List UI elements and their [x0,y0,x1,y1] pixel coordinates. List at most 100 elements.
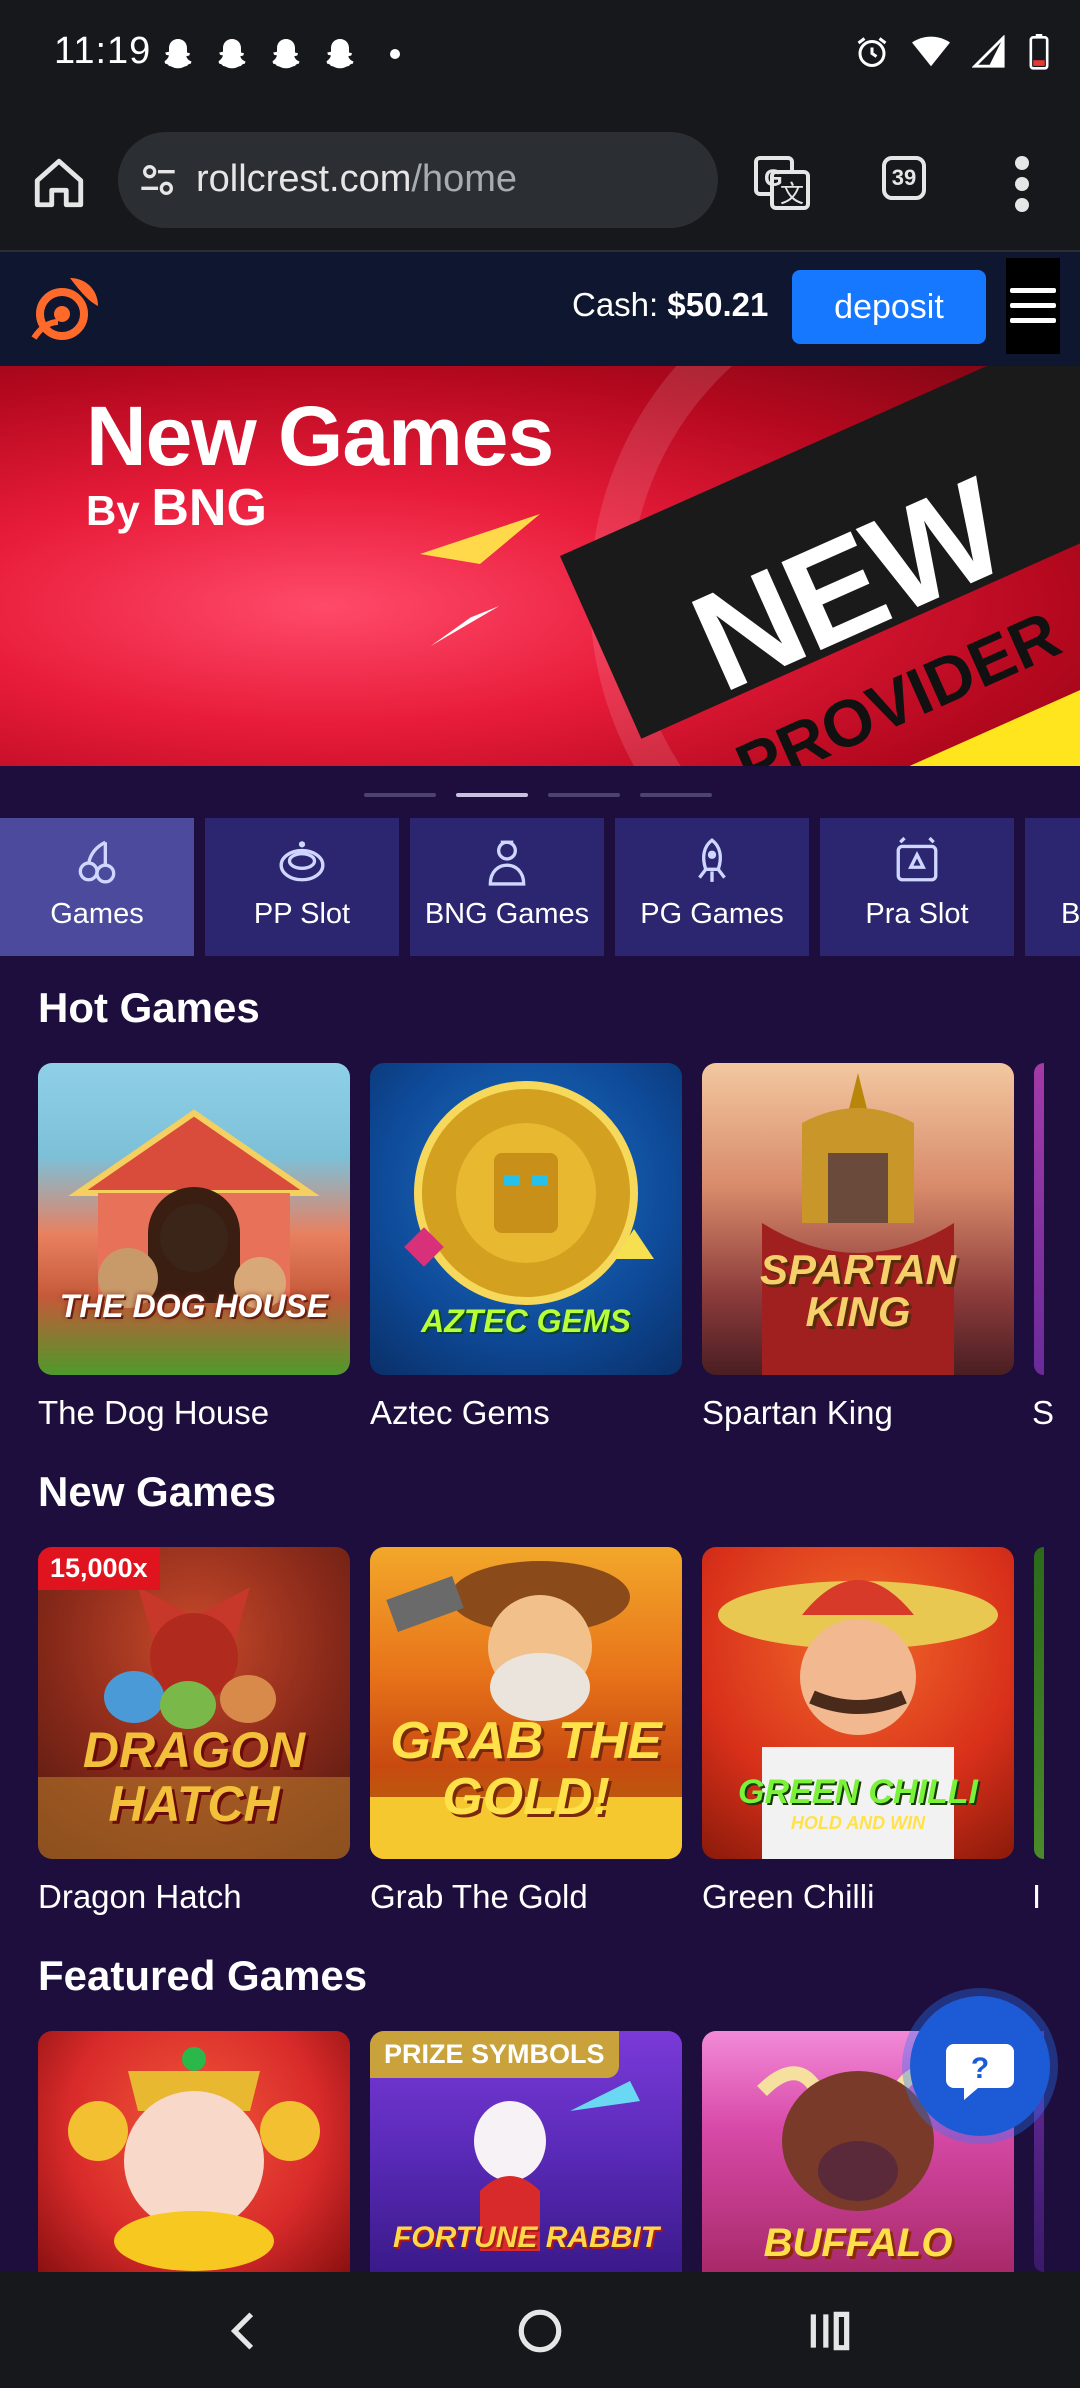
address-bar[interactable]: rollcrest.com/home [118,132,718,228]
snapchat-icon [326,39,354,69]
game-name[interactable]: The Dog House [38,1394,269,1432]
banner-subtitle-prefix: By [86,487,140,534]
more-options-icon[interactable] [1012,156,1032,212]
category-label: Games [50,898,144,930]
cash-value: $50.21 [667,286,769,323]
category-tab-pg-games[interactable]: PG Games [615,818,809,956]
game-art-title: GRAB THE GOLD! [390,1712,662,1826]
chat-help-icon: ? [946,2044,1014,2100]
paper-plane-decoration [430,606,500,646]
game-name[interactable]: Dragon Hatch [38,1878,242,1916]
signal-icon [972,35,1005,68]
home-icon[interactable] [30,154,88,212]
home-nav-icon[interactable] [515,2306,565,2356]
menu-icon[interactable] [1006,258,1060,354]
url-domain: rollcrest.com [196,158,412,200]
banner-brand: BNG [151,479,267,537]
cards-icon [896,836,938,882]
game-name[interactable]: Aztec Gems [370,1394,550,1432]
dog-house-art [68,1109,320,1309]
deposit-button[interactable]: deposit [792,270,986,344]
category-tab-bng-games[interactable]: BNG Games [410,818,604,956]
category-label: BNG Games [424,898,590,930]
carousel-dot-active[interactable] [456,793,528,797]
translate-icon[interactable]: G文 [752,152,812,212]
game-card-featured-1[interactable] [38,2031,350,2272]
game-art-title: FORTUNE RABBIT [392,2221,660,2254]
snapchat-icon [272,39,300,69]
snapchat-icon [218,39,246,69]
category-label: B [1061,898,1080,930]
browser-toolbar: rollcrest.com/home G文 39 [0,112,1080,252]
category-label: PP Slot [253,898,351,930]
dealer-icon [488,840,526,886]
system-navigation-bar [0,2272,1080,2388]
section-title-hot-games: Hot Games [38,984,260,1031]
tab-switcher-button[interactable]: 39 [882,156,926,200]
url-text: rollcrest.com/home [196,158,517,201]
url-path: /home [411,158,517,200]
game-card-peek[interactable] [1034,1547,1080,1859]
game-art-title: BUFFALO [763,2221,953,2265]
site-header: Cash: $50.21 deposit [0,252,1080,366]
cash-balance: Cash: $50.21 [572,286,768,324]
multiplier-badge: 15,000x [38,1547,160,1590]
section-title-new-games: New Games [38,1468,277,1515]
game-card-spartan-king[interactable]: SPARTAN KING [702,1063,1014,1375]
game-art-title: DRAGON HATCH [82,1722,306,1832]
game-art-subtitle: HOLD AND WIN [790,1813,926,1833]
category-tab-partial[interactable]: B [1025,818,1080,956]
alarm-icon [857,37,887,67]
game-card-green-chilli[interactable]: GREEN CHILLI HOLD AND WIN [702,1547,1014,1859]
battery-icon [1029,34,1049,70]
banner-title: New Games [86,389,554,483]
game-card-aztec-gems[interactable]: AZTEC GEMS [370,1063,682,1375]
game-art-title: THE DOG HOUSE [59,1288,329,1324]
banner-subtitle: By BNG [86,478,267,538]
cherries-icon [78,840,116,884]
carousel-dot[interactable] [548,793,620,797]
game-name[interactable]: Green Chilli [702,1878,874,1916]
category-tab-pra-slot[interactable]: Pra Slot [820,818,1014,956]
status-time: 11:19 [54,30,152,72]
game-art-title: SPARTAN KING [759,1246,956,1335]
promo-banner[interactable]: New Games By BNG NEW PROVIDER [0,366,1080,766]
section-title-featured-games: Featured Games [38,1952,368,1999]
notification-icons [160,36,400,72]
category-tabs: Games PP Slot BNG Games PG Games Pra Slo… [0,818,1080,956]
game-card-the-dog-house[interactable]: THE DOG HOUSE [38,1063,350,1375]
game-art-title: AZTEC GEMS [421,1303,631,1339]
game-art-title: GREEN CHILLI [738,1773,978,1811]
carousel-dot[interactable] [640,793,712,797]
carousel-dot[interactable] [364,793,436,797]
chat-support-button[interactable]: ? [910,1996,1050,2136]
category-label: PG Games [640,898,784,930]
prize-symbols-badge: PRIZE SYMBOLS [370,2031,619,2078]
game-card-peek[interactable] [1034,1063,1080,1375]
back-icon[interactable] [220,2306,270,2356]
money-mouse-art [68,2047,320,2271]
svg-text:?: ? [971,2052,989,2085]
wifi-icon [912,36,950,67]
category-tab-games[interactable]: Games [0,818,194,956]
site-settings-icon[interactable] [138,160,178,200]
rocket-icon [698,838,726,882]
category-tab-pp-slot[interactable]: PP Slot [205,818,399,956]
carousel-indicators [364,793,712,797]
site-logo[interactable] [26,270,106,350]
more-notifications-dot [390,49,400,59]
game-name[interactable]: Spartan King [702,1394,893,1432]
roulette-icon [279,841,325,882]
recents-icon[interactable] [805,2306,855,2356]
game-name[interactable]: Grab The Gold [370,1878,588,1916]
svg-text:文: 文 [780,181,804,208]
game-card-fortune-rabbit[interactable]: PRIZE SYMBOLS FORTUNE RABBIT [370,2031,682,2272]
system-icons [854,34,1050,70]
game-card-grab-the-gold[interactable]: GRAB THE GOLD! [370,1547,682,1859]
game-card-dragon-hatch[interactable]: 15,000x DRAGON HATCH [38,1547,350,1859]
game-name-partial[interactable]: I [1032,1878,1041,1916]
game-name-partial[interactable]: S [1032,1394,1054,1432]
snapchat-icon [164,39,192,69]
cash-label: Cash: [572,286,659,323]
paper-plane-decoration [420,514,540,564]
